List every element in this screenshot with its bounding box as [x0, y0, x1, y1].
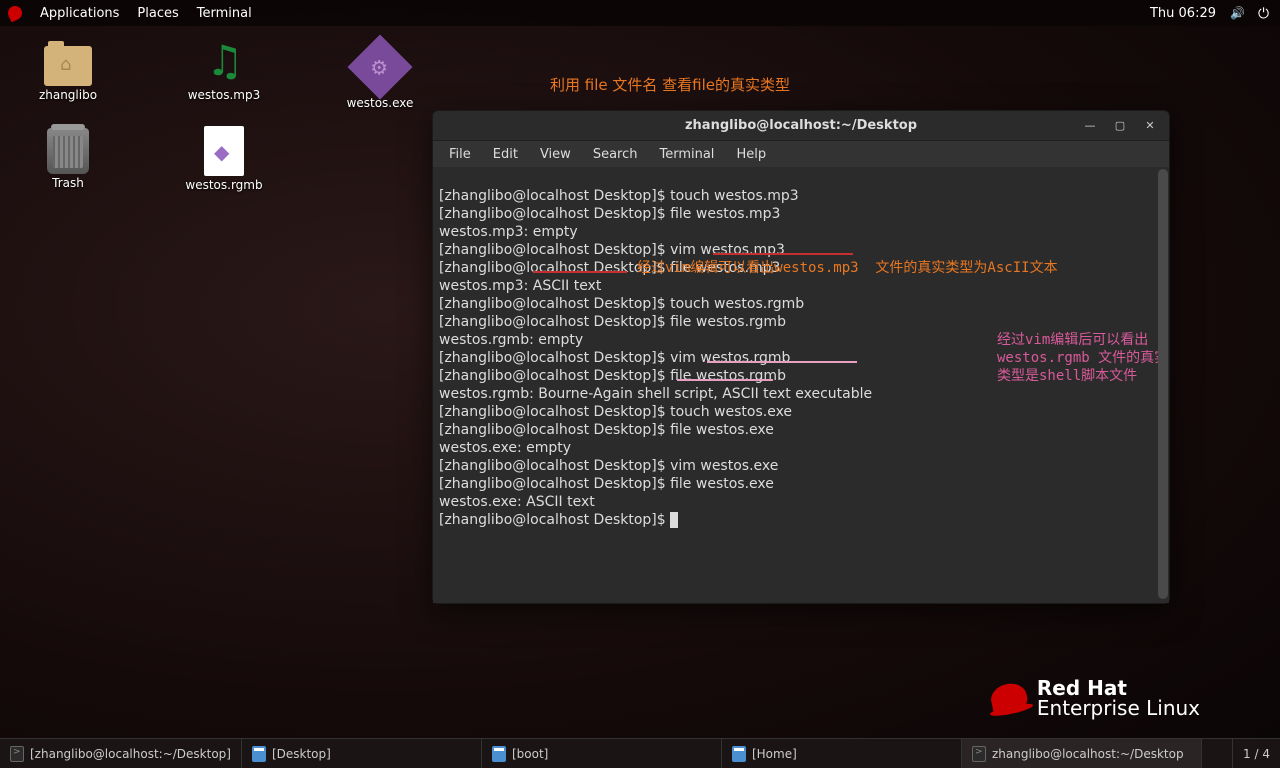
maximize-button[interactable]: ▢ [1107, 115, 1133, 137]
taskbar-item-boot[interactable]: [boot] [482, 739, 722, 768]
file-manager-icon [252, 746, 266, 762]
menu-terminal[interactable]: Terminal [649, 145, 724, 164]
menu-edit[interactable]: Edit [483, 145, 528, 164]
home-folder-icon[interactable]: zhanglibo [20, 40, 116, 110]
brand-text-top: Red Hat [1037, 678, 1200, 698]
underline-file-rgmb [707, 361, 857, 363]
executable-icon [347, 34, 412, 99]
terminal-body[interactable]: [zhanglibo@localhost Desktop]$ touch wes… [433, 167, 1169, 603]
underline-file-mp3 [713, 253, 853, 255]
minimize-button[interactable]: — [1077, 115, 1103, 137]
window-titlebar[interactable]: zhanglibo@localhost:~/Desktop — ▢ ✕ [433, 111, 1169, 141]
exe-file-icon[interactable]: westos.exe [332, 40, 428, 110]
places-menu[interactable]: Places [137, 6, 178, 21]
trash-icon[interactable]: Trash [20, 126, 116, 192]
terminal-scrollbar[interactable] [1158, 169, 1168, 599]
menu-file[interactable]: File [439, 145, 481, 164]
terminal-menubar: File Edit View Search Terminal Help [433, 141, 1169, 167]
annotation-rgmb-type: 经过vim编辑后可以看出 westos.rgmb 文件的真实 类型是shell脚… [997, 331, 1168, 385]
terminal-icon [972, 746, 986, 762]
volume-icon[interactable] [1230, 6, 1244, 20]
trash-bin-icon [47, 128, 89, 174]
mp3-file-icon[interactable]: westos.mp3 [176, 40, 272, 110]
menu-help[interactable]: Help [726, 145, 776, 164]
terminal-icon [10, 746, 24, 762]
rgmb-file-icon[interactable]: westos.rgmb [176, 126, 272, 192]
terminal-cursor [670, 512, 678, 528]
taskbar-item-terminal-active[interactable]: zhanglibo@localhost:~/Desktop [962, 739, 1202, 768]
applications-menu[interactable]: Applications [40, 6, 119, 21]
annotation-mp3-type: 经过vim编辑可以看出westos.mp3 文件的真实类型为AscII文本 [637, 259, 1058, 277]
clock[interactable]: Thu 06:29 [1150, 6, 1216, 21]
power-icon[interactable] [1258, 6, 1272, 20]
close-button[interactable]: ✕ [1137, 115, 1163, 137]
terminal-menu[interactable]: Terminal [197, 6, 252, 21]
top-panel: Applications Places Terminal Thu 06:29 [0, 0, 1280, 26]
terminal-window: zhanglibo@localhost:~/Desktop — ▢ ✕ File… [432, 110, 1170, 604]
redhat-hat-icon [988, 681, 1029, 716]
folder-icon [44, 46, 92, 86]
script-file-icon [204, 126, 244, 176]
brand-text-bottom: Enterprise Linux [1037, 698, 1200, 718]
taskbar-item-terminal1[interactable]: [zhanglibo@localhost:~/Desktop] [0, 739, 242, 768]
annotation-file-usage: 利用 file 文件名 查看file的真实类型 [550, 74, 790, 95]
window-title: zhanglibo@localhost:~/Desktop [433, 118, 1169, 133]
workspace-indicator[interactable]: 1 / 4 [1232, 739, 1280, 768]
underline-shell-script [677, 379, 773, 381]
taskbar-item-home[interactable]: [Home] [722, 739, 962, 768]
music-note-icon [200, 40, 248, 86]
file-manager-icon [492, 746, 506, 762]
desktop-icons: zhanglibo westos.mp3 westos.exe Trash we… [20, 40, 428, 192]
taskbar-item-desktop[interactable]: [Desktop] [242, 739, 482, 768]
underline-ascii-text [533, 271, 627, 273]
menu-search[interactable]: Search [583, 145, 648, 164]
file-manager-icon [732, 746, 746, 762]
menu-view[interactable]: View [530, 145, 581, 164]
redhat-logo-icon [6, 4, 25, 23]
redhat-branding: Red Hat Enterprise Linux [991, 678, 1200, 718]
taskbar: [zhanglibo@localhost:~/Desktop] [Desktop… [0, 738, 1280, 768]
